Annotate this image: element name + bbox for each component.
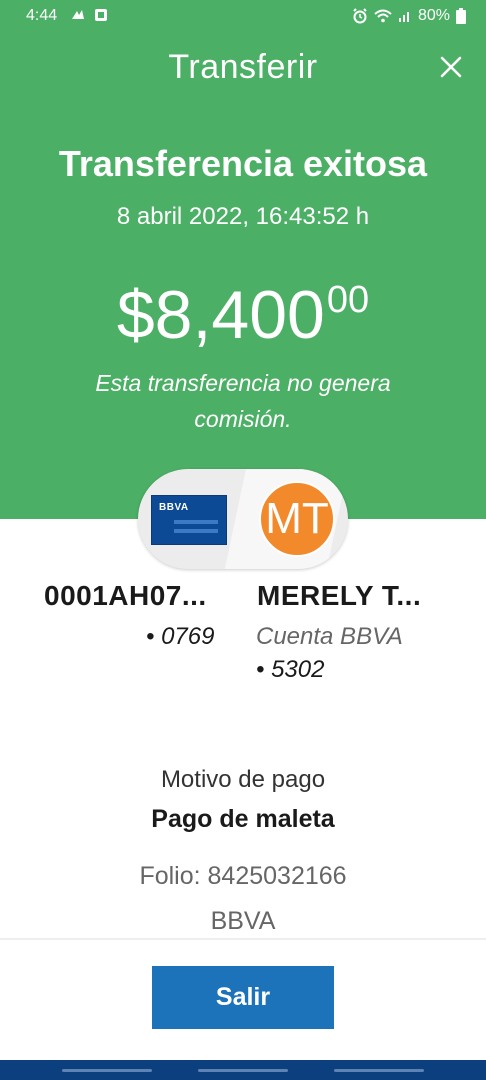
system-nav-bar [0,1060,486,1080]
page-title: Transferir [168,48,318,86]
card-stripe [174,520,218,524]
destination-account-type: Cuenta BBVA [256,623,403,650]
destination-account-name: MERELY T... [257,580,422,611]
status-bar: 4:44 80% [0,0,486,32]
notification-icon [70,8,86,22]
folio-number: Folio: 8425032166 [139,862,347,890]
battery-percent: 80% [417,7,450,24]
origin-account-number: • 0769 [146,623,215,650]
signal-icon [398,9,412,23]
app-header: Transferir [0,40,486,100]
card-stripe [174,529,218,533]
bank-name: BBVA [210,907,276,935]
status-time: 4:44 [26,7,58,24]
payment-reason-value: Pago de maleta [151,805,335,833]
transfer-amount: $8,40000 [0,276,486,354]
transfer-status-title: Transferencia exitosa [58,143,428,184]
battery-icon [456,8,466,24]
accounts-pill: BBVA MT [138,469,348,569]
origin-card-icon: BBVA [151,495,227,545]
recipient-avatar: MT [259,481,335,557]
wifi-icon [374,9,392,23]
exit-button[interactable]: Salir [152,966,334,1029]
card-logo: BBVA [159,502,189,513]
commission-note: Esta transferencia no genera comisión. [95,370,391,432]
status-left-icons [70,8,108,22]
alarm-icon [352,8,368,24]
close-button[interactable] [434,50,468,84]
origin-account-name: 0001AH07... [44,580,207,611]
destination-account-number: • 5302 [256,656,325,683]
screen-icon [94,8,108,22]
nav-recents-button[interactable] [62,1069,152,1072]
transfer-date: 8 abril 2022, 16:43:52 h [116,203,370,230]
amount-cents: 00 [326,279,370,321]
payment-reason-label: Motivo de pago [160,766,326,793]
nav-back-button[interactable] [334,1069,424,1072]
amount-main: $8,400 [116,277,325,353]
close-icon [440,56,462,78]
footer-divider [0,938,486,940]
status-right-icons: 80% [352,7,466,25]
nav-home-button[interactable] [198,1069,288,1072]
